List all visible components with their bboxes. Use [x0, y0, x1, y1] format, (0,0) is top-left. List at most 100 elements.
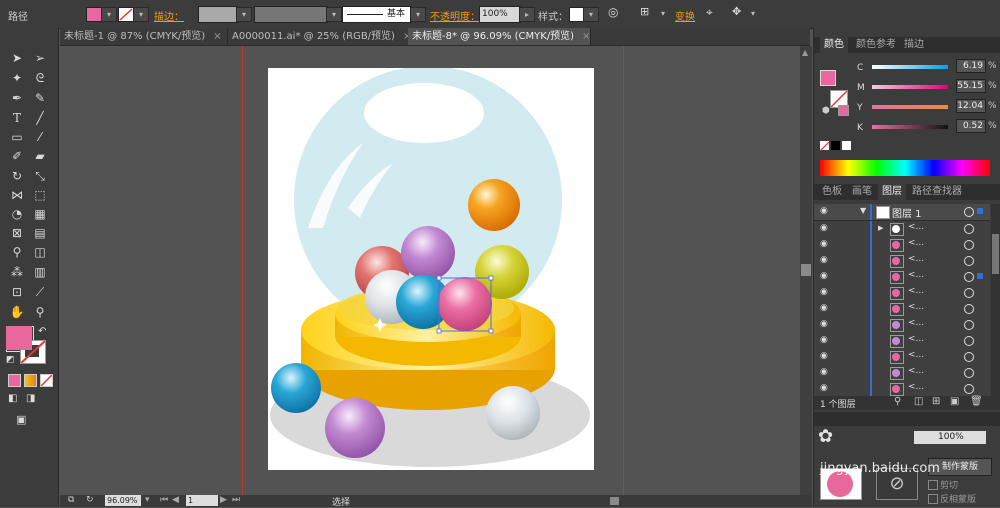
- eraser-tool-icon[interactable]: ▰: [31, 148, 49, 164]
- sublayer-label[interactable]: <...: [908, 238, 924, 248]
- rectangle-tool-icon[interactable]: ▭: [8, 129, 26, 145]
- zoom-tool-icon[interactable]: ⚲: [31, 304, 49, 320]
- tab-stroke[interactable]: 描边: [900, 37, 928, 53]
- new-sublayer-icon[interactable]: ⊞: [932, 396, 940, 407]
- sublayer-label[interactable]: <...: [908, 254, 924, 264]
- rotate-view-icon[interactable]: ↻: [86, 495, 94, 505]
- channel-m-slider[interactable]: [872, 85, 948, 89]
- mesh-tool-icon[interactable]: ⊠: [8, 225, 26, 241]
- layer-row-main[interactable]: ◉ ▼ 图层 1: [814, 204, 990, 221]
- lasso-tool-icon[interactable]: ᘓ: [31, 70, 49, 86]
- channel-c-slider[interactable]: [872, 65, 948, 69]
- prev-artboard-icon[interactable]: ◀: [172, 495, 179, 505]
- chevron-down-icon[interactable]: ▼: [860, 206, 866, 215]
- tab-swatches[interactable]: 色板: [818, 184, 846, 200]
- channel-c-value[interactable]: 6.19: [956, 59, 986, 73]
- sublayer-label[interactable]: <...: [908, 222, 924, 232]
- pencil-tool-icon[interactable]: ✐: [8, 148, 26, 164]
- graphic-style-swatch[interactable]: [569, 7, 584, 22]
- stroke-weight-dropdown[interactable]: ▾: [236, 7, 252, 22]
- vertical-scrollbar[interactable]: ▲: [800, 46, 812, 495]
- eye-icon[interactable]: ◉: [820, 352, 830, 361]
- curvature-tool-icon[interactable]: ✎: [31, 90, 49, 106]
- tab-doc-3[interactable]: 未标题-8* @ 96.09% (CMYK/预览) ×: [408, 28, 591, 45]
- eye-icon[interactable]: ◉: [820, 304, 830, 313]
- line-tool-icon[interactable]: ╱: [31, 110, 49, 126]
- paintbrush-tool-icon[interactable]: ⁄: [31, 129, 49, 145]
- pen-tool-icon[interactable]: ✒: [8, 90, 26, 106]
- selection-tool-icon[interactable]: ➤: [8, 50, 26, 66]
- scale-tool-icon[interactable]: ⤡: [31, 168, 49, 184]
- black-color-icon[interactable]: [831, 141, 840, 150]
- stroke-label[interactable]: 描边：: [154, 8, 184, 23]
- default-colors-icon[interactable]: ◩: [6, 355, 15, 365]
- channel-k-slider[interactable]: [872, 125, 948, 129]
- clip-checkbox[interactable]: [928, 480, 938, 490]
- fill-dropdown[interactable]: ▾: [101, 7, 117, 22]
- target-icon[interactable]: [964, 320, 974, 330]
- white-color-icon[interactable]: [842, 141, 851, 150]
- hand-tool-icon[interactable]: ✋: [8, 304, 26, 320]
- selection-handle[interactable]: [488, 275, 494, 281]
- style-dropdown[interactable]: ▾: [583, 7, 599, 22]
- screen-mode-icon[interactable]: ▣: [16, 413, 26, 426]
- width-tool-icon[interactable]: ⋈: [8, 187, 26, 203]
- fill-swatch[interactable]: [86, 7, 102, 22]
- shape-builder-tool-icon[interactable]: ◔: [8, 206, 26, 222]
- slice-tool-icon[interactable]: ⟋: [31, 284, 49, 300]
- page-field[interactable]: 1: [186, 495, 218, 506]
- chevron-down-icon[interactable]: ▾: [145, 495, 150, 505]
- sublayer-row[interactable]: ◉ <...: [814, 333, 990, 350]
- tab-doc-1[interactable]: 未标题-1 @ 87% (CMYK/预览) ×: [60, 28, 228, 45]
- none-mode-icon[interactable]: [40, 374, 53, 387]
- direct-selection-tool-icon[interactable]: ➢: [31, 50, 49, 66]
- close-icon[interactable]: ×: [582, 31, 590, 42]
- target-icon[interactable]: [964, 384, 974, 394]
- selection-indicator[interactable]: [977, 208, 983, 214]
- target-icon[interactable]: [964, 207, 974, 217]
- profile-dropdown[interactable]: ▾: [326, 7, 342, 22]
- channel-y-slider[interactable]: [872, 105, 948, 109]
- eye-icon[interactable]: ◉: [820, 272, 830, 281]
- eye-icon[interactable]: ◉: [820, 288, 830, 297]
- free-transform-tool-icon[interactable]: ⬚: [31, 187, 49, 203]
- next-artboard-icon[interactable]: ▶: [220, 495, 227, 505]
- blend-tool-icon[interactable]: ◫: [31, 244, 49, 260]
- stroke-dropdown[interactable]: ▾: [133, 7, 149, 22]
- column-graph-tool-icon[interactable]: ▥: [31, 264, 49, 280]
- target-icon[interactable]: [964, 272, 974, 282]
- sublayer-row[interactable]: ◉ <...: [814, 301, 990, 318]
- scroll-up-icon[interactable]: ▲: [802, 48, 808, 57]
- selection-handle[interactable]: [436, 328, 442, 334]
- out-of-gamut-icon[interactable]: ⬢: [822, 106, 830, 116]
- gamut-swatch[interactable]: [838, 105, 849, 116]
- channel-m-value[interactable]: 55.15: [956, 79, 986, 93]
- stroke-swatch[interactable]: [118, 7, 134, 22]
- clipping-mask-icon[interactable]: ◫: [914, 396, 923, 407]
- gradient-tool-icon[interactable]: ▤: [31, 225, 49, 241]
- color-mode-swatch[interactable]: [8, 374, 21, 387]
- locate-object-icon[interactable]: ⚲: [894, 396, 901, 407]
- tab-pathfinder[interactable]: 路径查找器: [908, 184, 966, 200]
- zoom-field[interactable]: 96.09%: [105, 495, 141, 506]
- sublayer-label[interactable]: <...: [908, 366, 924, 376]
- sublayer-label[interactable]: <...: [908, 350, 924, 360]
- symbol-sprayer-tool-icon[interactable]: ⁂: [8, 264, 26, 280]
- artboard[interactable]: [268, 66, 594, 470]
- magic-wand-tool-icon[interactable]: ✦: [8, 70, 26, 86]
- close-icon[interactable]: ×: [213, 31, 221, 42]
- eyedropper-tool-icon[interactable]: ⚲: [8, 244, 26, 260]
- brush-definition[interactable]: 基本: [342, 6, 412, 23]
- sublayer-label[interactable]: <...: [908, 302, 924, 312]
- eye-icon[interactable]: ◉: [820, 224, 830, 233]
- eye-icon[interactable]: ◉: [820, 368, 830, 377]
- align-dropdown[interactable]: ▾: [656, 7, 670, 20]
- artboard-nav-icon[interactable]: ⧉: [68, 495, 74, 505]
- sublayer-row[interactable]: ◉ <...: [814, 253, 990, 270]
- trash-icon[interactable]: 🗑: [970, 396, 983, 407]
- target-icon[interactable]: [964, 256, 974, 266]
- type-tool-icon[interactable]: T: [8, 110, 26, 126]
- tab-color-guide[interactable]: 颜色参考: [852, 37, 900, 53]
- brush-dropdown[interactable]: ▾: [410, 7, 426, 22]
- first-artboard-icon[interactable]: ⏮: [160, 495, 168, 505]
